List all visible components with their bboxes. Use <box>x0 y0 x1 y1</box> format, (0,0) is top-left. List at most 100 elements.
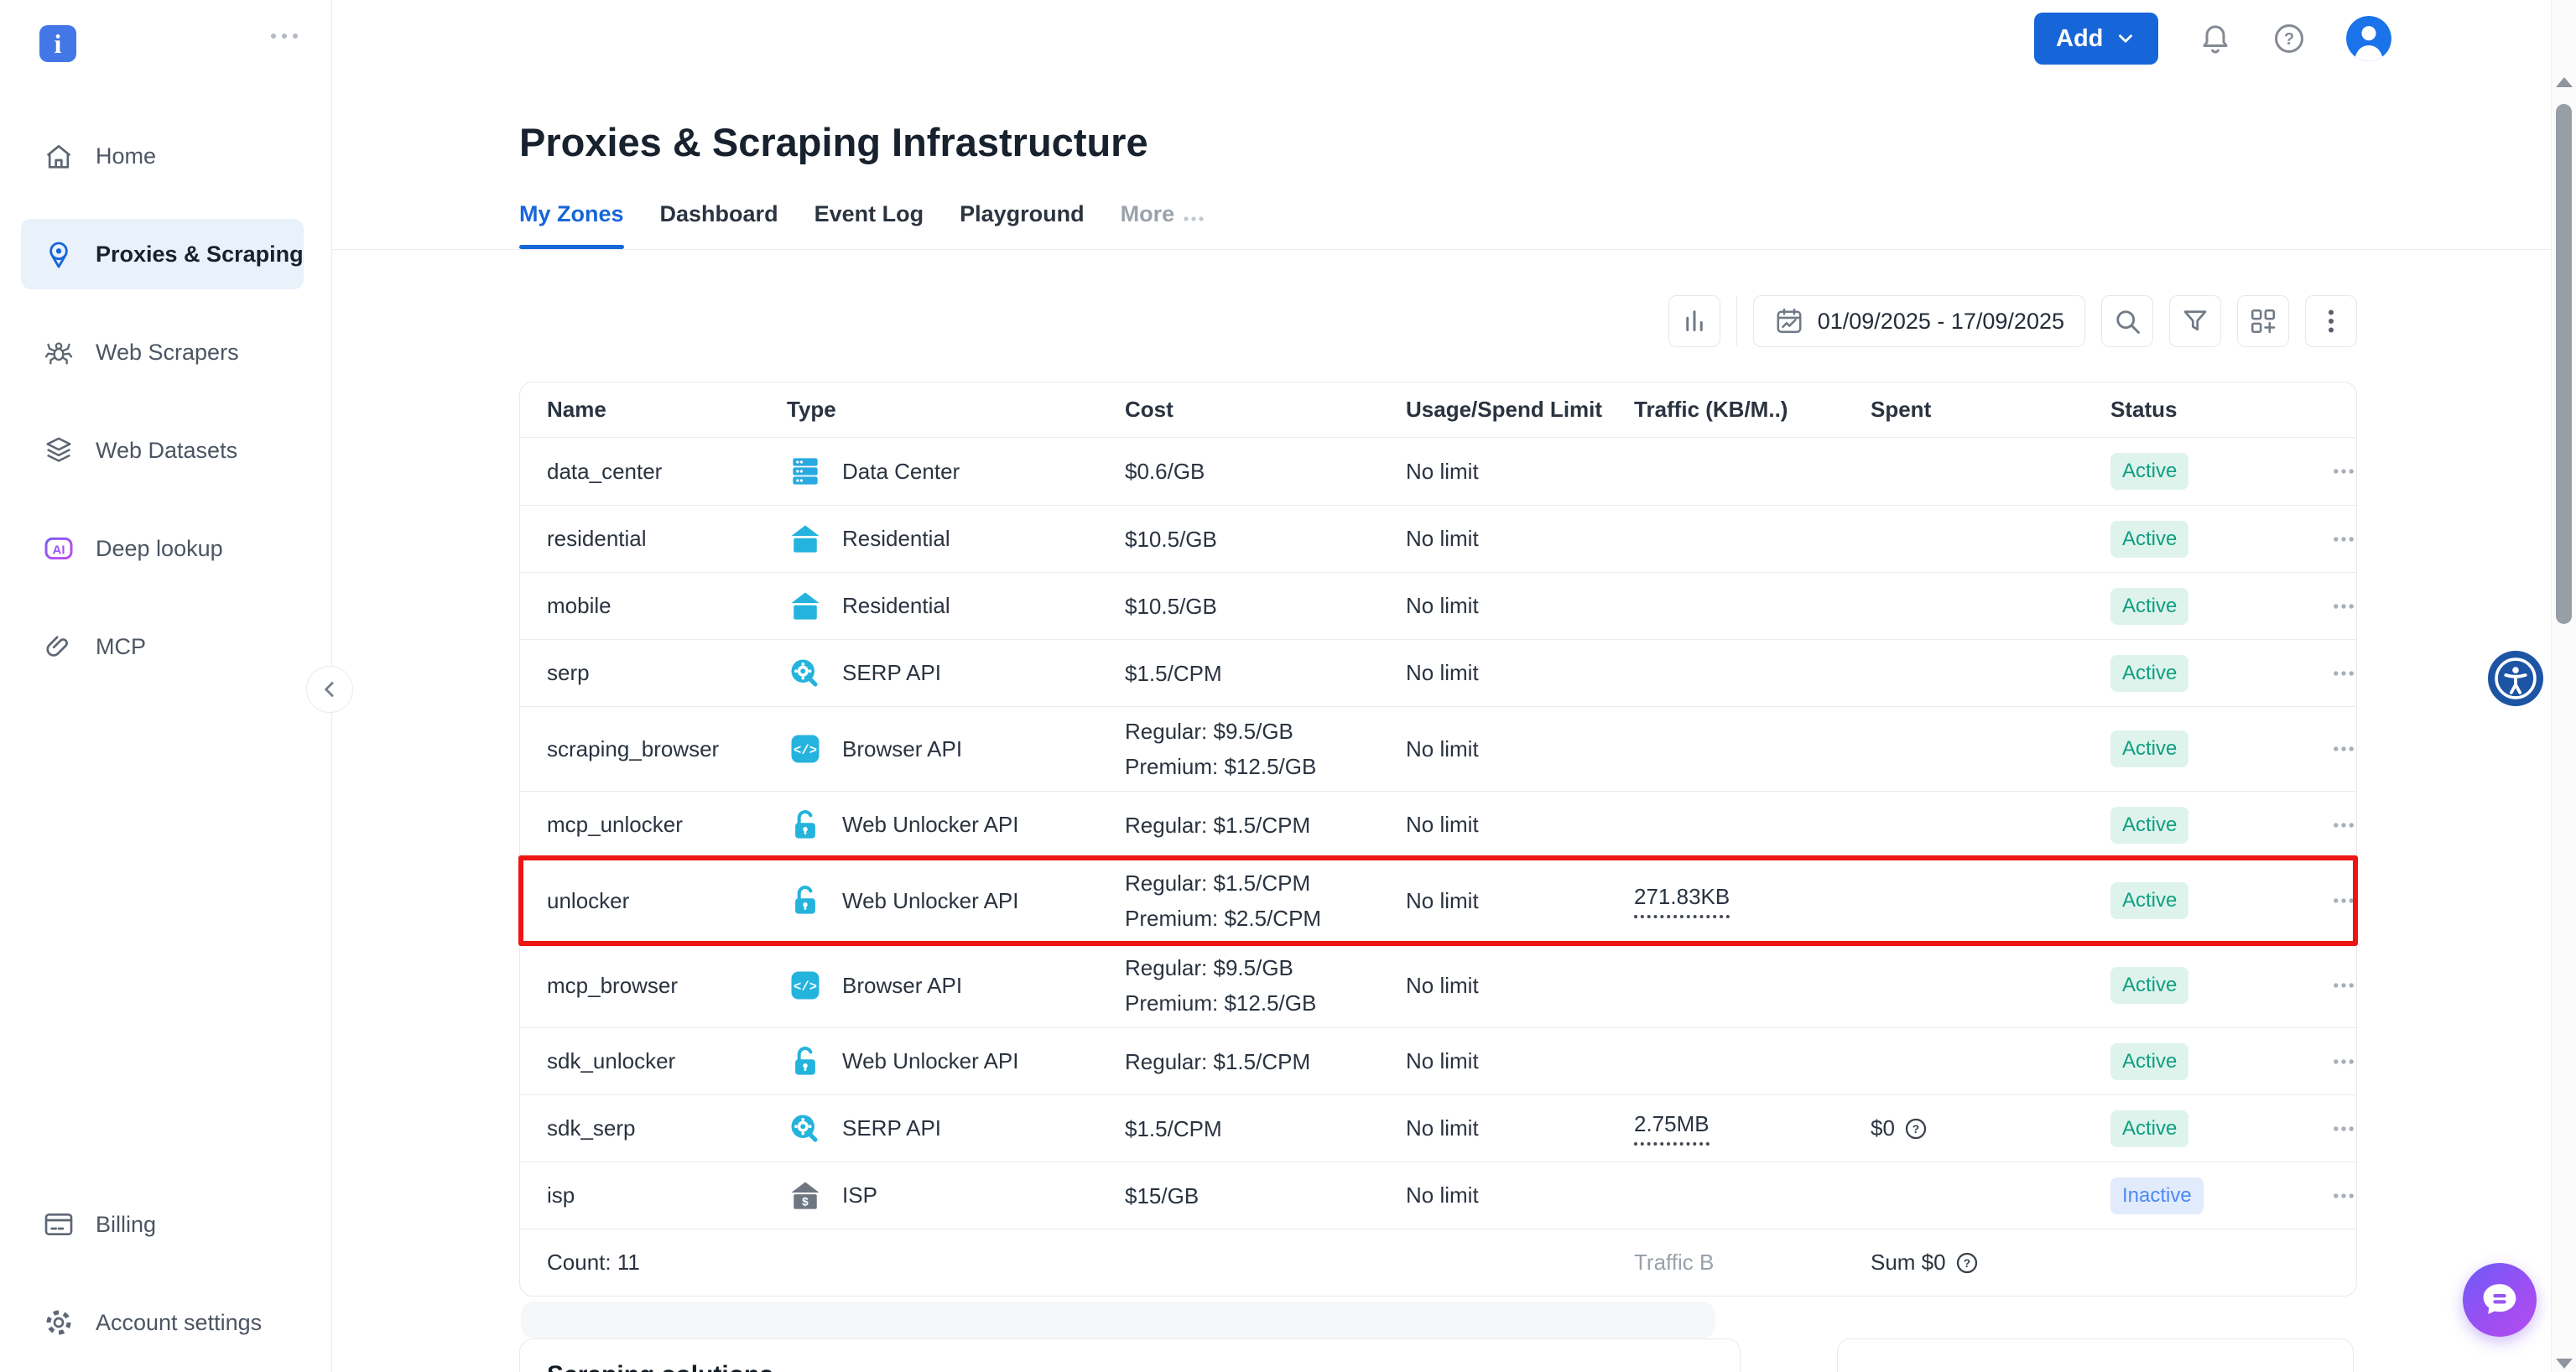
sidebar-item-account-settings[interactable]: Account settings <box>21 1287 304 1358</box>
zone-traffic: 271.83KB <box>1634 884 1871 918</box>
svg-text:AI: AI <box>53 543 65 557</box>
table-row[interactable]: unlocker Web Unlocker API Regular: $1.5/… <box>520 858 2356 943</box>
help-icon[interactable]: ? <box>2272 22 2306 55</box>
add-button[interactable]: Add <box>2034 13 2158 65</box>
row-menu-icon[interactable] <box>2329 592 2358 621</box>
sidebar-item-web-scrapers[interactable]: Web Scrapers <box>21 317 304 387</box>
zone-type-label: SERP API <box>842 1115 941 1141</box>
table-row[interactable]: residential Residential $10.5/GB No limi… <box>520 505 2356 572</box>
user-avatar[interactable] <box>2346 16 2391 61</box>
scrollbar-thumb[interactable] <box>2556 104 2572 624</box>
table-row[interactable]: scraping_browser </> Browser API Regular… <box>520 706 2356 791</box>
search-icon <box>2112 306 2142 336</box>
scroll-up-arrow[interactable] <box>2556 77 2573 87</box>
status-badge: Active <box>2110 807 2188 844</box>
zone-type: Residential <box>787 521 1125 558</box>
table-row[interactable]: sdk_serp SERP API $1.5/CPM No limit 2.75… <box>520 1094 2356 1162</box>
zone-name: serp <box>547 660 787 686</box>
row-menu-icon[interactable] <box>2329 886 2358 915</box>
sidebar-item-mcp[interactable]: MCP <box>21 611 304 682</box>
table-row[interactable]: mcp_unlocker Web Unlocker API Regular: $… <box>520 791 2356 858</box>
tab-playground[interactable]: Playground <box>960 201 1085 249</box>
zone-cost: Regular: $1.5/CPM <box>1125 1044 1406 1079</box>
brand-logo[interactable]: i <box>39 25 76 62</box>
row-menu-icon[interactable] <box>2329 971 2358 1000</box>
ellipsis-icon <box>1183 206 1205 232</box>
question-circle-icon[interactable]: ? <box>1903 1116 1928 1141</box>
table-menu-button[interactable] <box>2305 295 2357 347</box>
row-menu-icon[interactable] <box>2329 1047 2358 1076</box>
datacenter-icon <box>787 453 824 490</box>
row-menu-icon[interactable] <box>2329 457 2358 486</box>
page-scrollbar[interactable] <box>2551 0 2576 1372</box>
chat-bubble-icon <box>2477 1277 2522 1323</box>
zone-status: Active <box>2110 588 2329 625</box>
table-row[interactable]: isp $ ISP $15/GB No limit Inactive <box>520 1162 2356 1229</box>
zone-actions <box>2329 811 2358 839</box>
proxies-pin-icon <box>42 237 75 271</box>
kebab-vertical-icon <box>2316 306 2346 336</box>
filter-button[interactable] <box>2169 295 2221 347</box>
home-icon <box>42 139 75 173</box>
zone-cost: Regular: $1.5/CPMPremium: $2.5/CPM <box>1125 865 1406 936</box>
zone-name: sdk_serp <box>547 1115 787 1141</box>
row-menu-icon[interactable] <box>2329 525 2358 553</box>
row-menu-icon[interactable] <box>2329 659 2358 688</box>
zone-actions <box>2329 525 2358 553</box>
table-row[interactable]: sdk_unlocker Web Unlocker API Regular: $… <box>520 1027 2356 1094</box>
svg-text:?: ? <box>1912 1123 1919 1136</box>
zone-actions <box>2329 457 2358 486</box>
ai-badge-icon: AI <box>42 532 75 565</box>
zone-name: mcp_unlocker <box>547 812 787 838</box>
svg-text:$: $ <box>802 1195 809 1208</box>
paperclip-icon <box>42 630 75 663</box>
date-range-button[interactable]: 01/09/2025 - 17/09/2025 <box>1753 295 2085 347</box>
sidebar-item-home[interactable]: Home <box>21 121 304 191</box>
tab-my-zones[interactable]: My Zones <box>519 201 624 249</box>
zone-cost: $15/GB <box>1125 1178 1406 1213</box>
notifications-bell-icon[interactable] <box>2199 22 2232 55</box>
row-menu-icon[interactable] <box>2329 811 2358 839</box>
sidebar-item-web-datasets[interactable]: Web Datasets <box>21 415 304 486</box>
table-row[interactable]: mobile Residential $10.5/GB No limit Act… <box>520 572 2356 639</box>
zone-actions <box>2329 1115 2358 1143</box>
tab-dashboard[interactable]: Dashboard <box>660 201 778 249</box>
zone-name: scraping_browser <box>547 736 787 762</box>
accessibility-button[interactable] <box>2488 651 2543 706</box>
status-badge: Active <box>2110 730 2188 767</box>
scroll-down-arrow[interactable] <box>2556 1359 2573 1369</box>
zone-actions <box>2329 886 2358 915</box>
sidebar-item-proxies-scraping[interactable]: Proxies & Scraping <box>21 219 304 289</box>
tab-event-log[interactable]: Event Log <box>814 201 924 249</box>
row-menu-icon[interactable] <box>2329 1115 2358 1143</box>
chat-button[interactable] <box>2463 1263 2537 1337</box>
accessibility-person-icon <box>2493 656 2538 701</box>
sidebar-collapse-button[interactable] <box>306 666 353 713</box>
sidebar-item-label: MCP <box>96 634 146 660</box>
zone-status: Active <box>2110 967 2329 1004</box>
card-stack-ghost <box>521 1302 1715 1338</box>
sidebar-item-deep-lookup[interactable]: AI Deep lookup <box>21 513 304 584</box>
columns-settings-button[interactable] <box>2237 295 2289 347</box>
zone-status: Active <box>2110 882 2329 919</box>
browser-code-icon: </> <box>787 730 824 767</box>
spent-sum: Sum $0 ? <box>1871 1250 2329 1276</box>
traffic-value[interactable]: 2.75MB <box>1634 1111 1710 1146</box>
sidebar-item-billing[interactable]: Billing <box>21 1189 304 1260</box>
table-row[interactable]: mcp_browser </> Browser API Regular: $9.… <box>520 943 2356 1027</box>
table-row[interactable]: serp SERP API $1.5/CPM No limit Active <box>520 639 2356 706</box>
question-circle-icon[interactable]: ? <box>1954 1250 1980 1276</box>
status-badge: Active <box>2110 1110 2188 1147</box>
row-menu-icon[interactable] <box>2329 735 2358 763</box>
traffic-value[interactable]: 271.83KB <box>1634 884 1730 918</box>
zone-actions <box>2329 1182 2358 1210</box>
search-button[interactable] <box>2101 295 2153 347</box>
tab-more[interactable]: More <box>1121 201 1205 249</box>
statistics-chart-button[interactable] <box>1668 295 1720 347</box>
table-row[interactable]: data_center Data Center $0.6/GB No limit… <box>520 438 2356 505</box>
zone-type-label: Web Unlocker API <box>842 888 1019 914</box>
top-actions: Add ? <box>2034 13 2391 65</box>
sidebar-more-icon[interactable] <box>267 18 302 54</box>
row-menu-icon[interactable] <box>2329 1182 2358 1210</box>
status-badge: Active <box>2110 1043 2188 1080</box>
